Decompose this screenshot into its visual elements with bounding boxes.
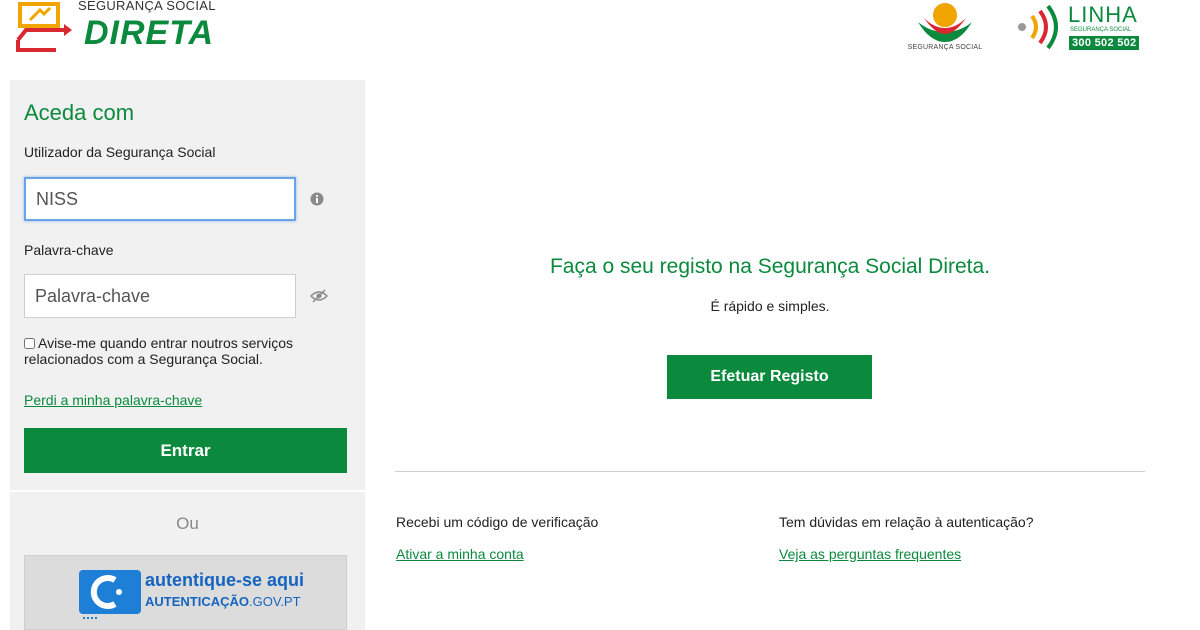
password-field-label: Palavra-chave: [24, 242, 114, 258]
remember-option[interactable]: Avise-me quando entrar noutros serviços …: [24, 335, 344, 367]
linha-subtitle: SEGURANÇA SOCIAL: [1070, 27, 1132, 33]
brand-big-text: DIRETA: [84, 14, 215, 52]
forgot-password-link[interactable]: Perdi a minha palavra-chave: [24, 392, 202, 408]
seguranca-social-logo[interactable]: SEGURANÇA SOCIAL: [890, 0, 1000, 60]
verification-code-label: Recebi um código de verificação: [396, 514, 599, 530]
ssd-logo-icon: [16, 2, 72, 52]
ss-logo-text: SEGURANÇA SOCIAL: [907, 44, 983, 51]
or-separator: Ou: [176, 514, 199, 533]
info-icon[interactable]: [310, 192, 324, 206]
autgov-domain: AUTENTICAÇÃO.GOV.PT: [145, 594, 301, 609]
register-subtitle: É rápido e simples.: [710, 298, 830, 314]
linha-seguranca-social-logo[interactable]: LINHA SEGURANÇA SOCIAL 300 502 502: [1012, 2, 1152, 62]
remember-label: Avise-me quando entrar noutros serviços …: [24, 335, 293, 367]
linha-phone-number: 300 502 502: [1069, 36, 1140, 50]
page-header: SEGURANÇA SOCIAL DIRETA SEGURANÇA SOCIAL…: [0, 0, 1200, 80]
niss-input[interactable]: [24, 177, 296, 221]
activate-account-link[interactable]: Ativar a minha conta: [396, 546, 524, 562]
autenticacao-gov-icon: [79, 570, 141, 619]
password-input[interactable]: [24, 274, 296, 318]
eye-slash-icon[interactable]: [310, 289, 328, 303]
autgov-domain-rest: .GOV.PT: [249, 594, 301, 609]
autenticacao-gov-button[interactable]: autentique-se aqui AUTENTICAÇÃO.GOV.PT: [24, 555, 347, 630]
auth-doubts-label: Tem dúvidas em relação à autenticação?: [779, 514, 1034, 530]
remember-checkbox[interactable]: [24, 338, 35, 349]
login-title: Aceda com: [24, 100, 135, 125]
login-button[interactable]: Entrar: [24, 428, 347, 473]
seguranca-social-direta-logo[interactable]: SEGURANÇA SOCIAL DIRETA: [16, 0, 246, 60]
register-title: Faça o seu registo na Segurança Social D…: [549, 255, 991, 278]
autgov-headline: autentique-se aqui: [145, 570, 305, 590]
login-panel: Aceda com Utilizador da Segurança Social…: [10, 80, 365, 490]
linha-word: LINHA: [1068, 2, 1138, 27]
alternative-auth-panel: Ou autentique-se aqui AUTENTICAÇÃO.GOV.P…: [10, 492, 365, 630]
sun-logo-icon: [918, 3, 972, 42]
register-button[interactable]: Efetuar Registo: [667, 355, 872, 399]
user-field-label: Utilizador da Segurança Social: [24, 144, 216, 160]
section-divider: [395, 471, 1145, 472]
autgov-domain-bold: AUTENTICAÇÃO: [145, 594, 249, 609]
faq-link[interactable]: Veja as perguntas frequentes: [779, 546, 961, 562]
sound-waves-icon: [1018, 4, 1058, 50]
brand-small-text: SEGURANÇA SOCIAL: [78, 0, 216, 13]
